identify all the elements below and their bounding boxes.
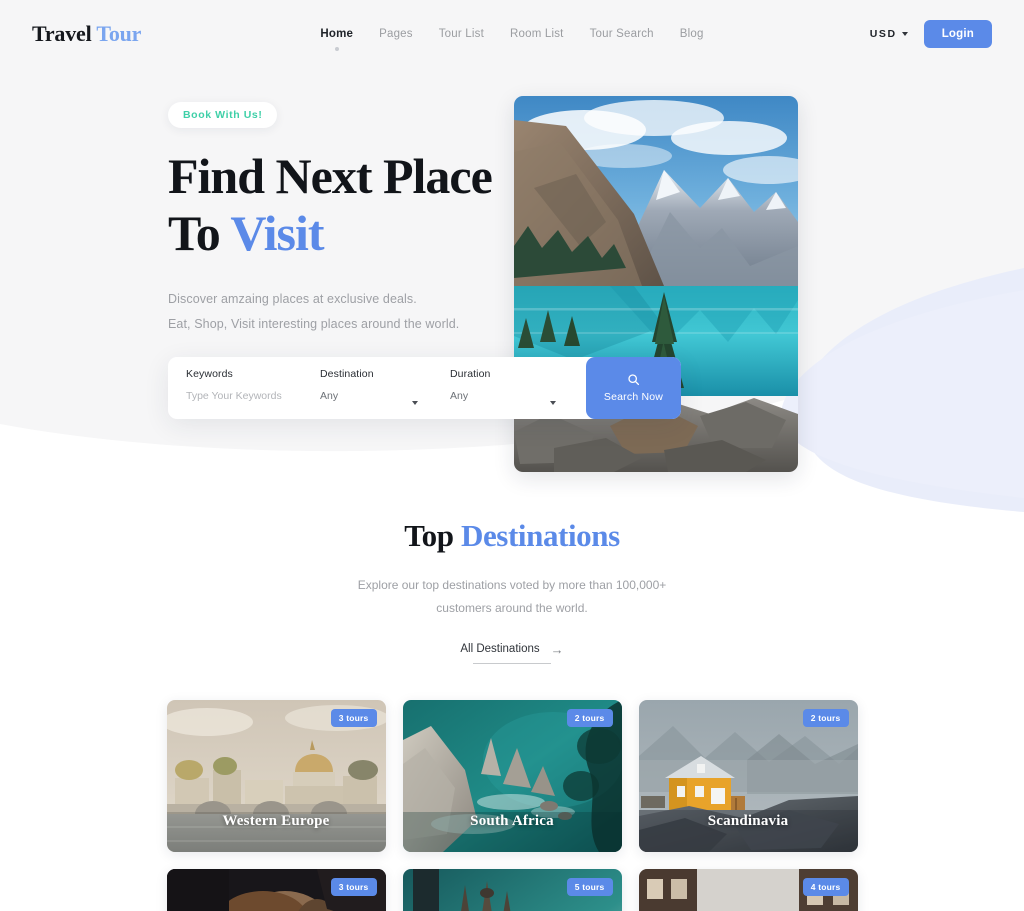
destination-cards-grid: 3 tours Western Europe 2 tours South Afr… (162, 699, 862, 911)
arrow-right-icon: → (550, 641, 564, 657)
chevron-down-icon (901, 32, 908, 36)
section-subtitle: Explore our top destinations voted by mo… (0, 574, 1024, 621)
all-destinations-label: All Destinations (460, 643, 540, 656)
site-header: Travel Tour Home Pages Tour List Room Li… (0, 0, 1024, 68)
site-logo[interactable]: Travel Tour (32, 21, 141, 47)
destination-card-scandinavia[interactable]: 2 tours Scandinavia (638, 699, 858, 852)
card-title: South Africa (470, 812, 554, 829)
hero-title-highlight: Visit (230, 204, 324, 261)
tours-badge: 5 tours (566, 877, 613, 896)
card-title: Western Europe (222, 812, 330, 829)
nav-item-tour-list[interactable]: Tour List (439, 28, 484, 40)
top-destinations-section: Top Destinations Explore our top destina… (0, 518, 1024, 911)
search-now-button[interactable]: Search Now (586, 357, 681, 419)
all-destinations-link[interactable]: All Destinations → (460, 643, 563, 663)
currency-selector[interactable]: USD (870, 28, 908, 40)
search-input-keywords[interactable] (186, 390, 302, 402)
destination-card-6[interactable]: 4 tours (638, 868, 858, 911)
nav-item-home[interactable]: Home (320, 28, 353, 40)
currency-label: USD (869, 28, 897, 40)
destination-card-5[interactable]: 5 tours (402, 868, 622, 911)
all-destinations-wrap: All Destinations → (460, 643, 564, 664)
chevron-down-icon[interactable] (550, 401, 556, 405)
chevron-down-icon[interactable] (412, 401, 418, 405)
section-subtitle-line1: Explore our top destinations voted by mo… (357, 578, 667, 592)
tour-search-bar: Keywords Destination Any Duration Any Se… (168, 357, 681, 419)
login-button[interactable]: Login (923, 20, 992, 48)
search-field-keywords: Keywords (168, 357, 302, 419)
tours-badge: 3 tours (330, 877, 377, 896)
nav-item-blog[interactable]: Blog (680, 28, 704, 40)
destination-card-4[interactable]: 3 tours (166, 868, 386, 911)
hero-subtitle-line1: Discover amzaing places at exclusive dea… (168, 292, 417, 306)
tours-badge: 2 tours (566, 708, 613, 727)
duration-label: Duration (450, 368, 491, 380)
page-root: Travel Tour Home Pages Tour List Room Li… (0, 0, 1024, 911)
search-field-duration: Duration Any (432, 357, 570, 419)
destination-card-south-africa[interactable]: 2 tours South Africa (402, 699, 622, 852)
logo-text-primary: Travel (32, 21, 92, 46)
nav-item-tour-search[interactable]: Tour Search (590, 28, 654, 40)
hero-title-line1: Find Next Place (168, 148, 493, 204)
all-destinations-underline (472, 662, 551, 664)
keywords-label: Keywords (186, 368, 233, 380)
section-title-plain: Top (404, 518, 461, 553)
hero-subtitle-line2: Eat, Shop, Visit interesting places arou… (168, 317, 460, 331)
destination-label: Destination (320, 368, 374, 380)
hero-title: Find Next Place To Visit (168, 148, 514, 261)
logo-text-secondary: Tour (96, 21, 142, 46)
search-button-label: Search Now (603, 391, 664, 403)
section-title-highlight: Destinations (460, 518, 620, 553)
tours-badge: 4 tours (802, 877, 849, 896)
search-field-destination: Destination Any (302, 357, 432, 419)
tours-badge: 2 tours (802, 708, 849, 727)
search-icon (628, 374, 640, 386)
nav-item-room-list[interactable]: Room List (510, 28, 564, 40)
nav-item-pages[interactable]: Pages (379, 28, 413, 40)
tours-badge: 3 tours (330, 708, 377, 727)
destination-card-western-europe[interactable]: 3 tours Western Europe (166, 699, 386, 852)
header-actions: USD Login (870, 20, 992, 48)
hero-subtitle: Discover amzaing places at exclusive dea… (168, 287, 514, 337)
section-title: Top Destinations (0, 518, 1024, 554)
hero-title-line2-plain: To (168, 204, 231, 261)
section-subtitle-line2: customers around the world. (436, 601, 588, 616)
hero-badge: Book With Us! (168, 102, 278, 128)
card-title: Scandinavia (707, 812, 789, 829)
